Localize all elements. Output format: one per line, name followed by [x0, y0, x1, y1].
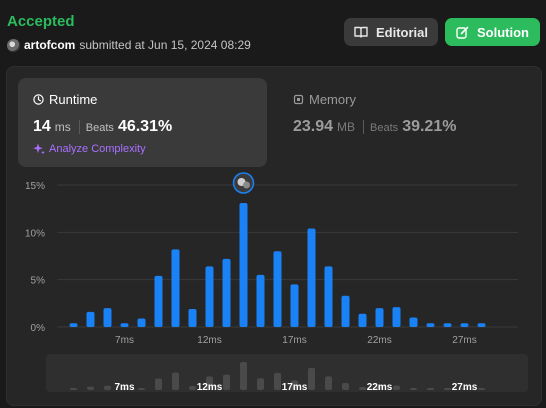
overview-tick-label: 17ms [282, 382, 308, 393]
distribution-bar[interactable] [86, 311, 95, 327]
x-tick-label: 27ms [452, 335, 476, 346]
x-tick-label: 7ms [115, 335, 134, 346]
distribution-bar[interactable] [426, 323, 435, 327]
distribution-bar[interactable] [69, 323, 78, 327]
overview-bar [444, 388, 451, 390]
user-avatar-face [243, 181, 250, 189]
distribution-bar[interactable] [273, 251, 282, 327]
overview-bar [478, 388, 485, 390]
overview-bar [155, 378, 162, 390]
x-tick-label: 17ms [282, 335, 306, 346]
overview-bar [257, 378, 264, 390]
distribution-bar[interactable] [103, 308, 112, 327]
overview-bar [223, 374, 230, 390]
distribution-bar[interactable] [443, 323, 452, 327]
y-tick-label: 0% [31, 323, 46, 334]
overview-bar [342, 382, 349, 390]
x-tick-label: 12ms [197, 335, 221, 346]
distribution-bar[interactable] [341, 295, 350, 327]
distribution-bar[interactable] [358, 313, 367, 327]
distribution-bar[interactable] [307, 228, 316, 327]
distribution-bar[interactable] [205, 266, 214, 327]
distribution-bar[interactable] [239, 202, 248, 327]
y-tick-label: 10% [25, 228, 45, 239]
distribution-bar[interactable] [375, 308, 384, 327]
overview-bar [410, 387, 417, 390]
y-tick-label: 5% [31, 276, 46, 287]
overview-tick-label: 22ms [367, 382, 393, 393]
distribution-bar[interactable] [324, 266, 333, 327]
overview-bar [359, 387, 366, 390]
overview-bar [274, 372, 281, 390]
distribution-bar[interactable] [392, 307, 401, 327]
overview-bar [427, 388, 434, 390]
overview-bar [138, 388, 145, 390]
overview-bar [308, 367, 315, 390]
x-tick-label: 22ms [367, 335, 391, 346]
distribution-bar[interactable] [154, 275, 163, 327]
distribution-bar[interactable] [171, 249, 180, 327]
distribution-bar[interactable] [137, 318, 146, 327]
overview-bar [325, 376, 332, 390]
distribution-bar[interactable] [120, 323, 129, 327]
y-tick-label: 15% [25, 181, 45, 192]
distribution-bar[interactable] [256, 274, 265, 327]
distribution-bar[interactable] [222, 258, 231, 327]
overview-bar [393, 385, 400, 390]
overview-tick-label: 27ms [452, 382, 478, 393]
distribution-bar[interactable] [477, 323, 486, 327]
overview-tick-label: 12ms [197, 382, 223, 393]
runtime-distribution-chart[interactable]: 0% 5% 10% 15% 7ms 12ms 17ms 22ms 27ms 7ms 12ms 17ms… [0, 0, 546, 408]
overview-tick-label: 7ms [114, 382, 134, 393]
distribution-bar[interactable] [188, 309, 197, 327]
distribution-bar[interactable] [290, 284, 299, 327]
overview-bar [104, 385, 111, 390]
distribution-bar[interactable] [460, 323, 469, 327]
overview-bar [70, 388, 77, 390]
overview-bar [172, 372, 179, 390]
overview-bar [87, 386, 94, 390]
overview-bar [240, 362, 247, 390]
distribution-bar[interactable] [409, 317, 418, 327]
overview-bar [189, 385, 196, 390]
